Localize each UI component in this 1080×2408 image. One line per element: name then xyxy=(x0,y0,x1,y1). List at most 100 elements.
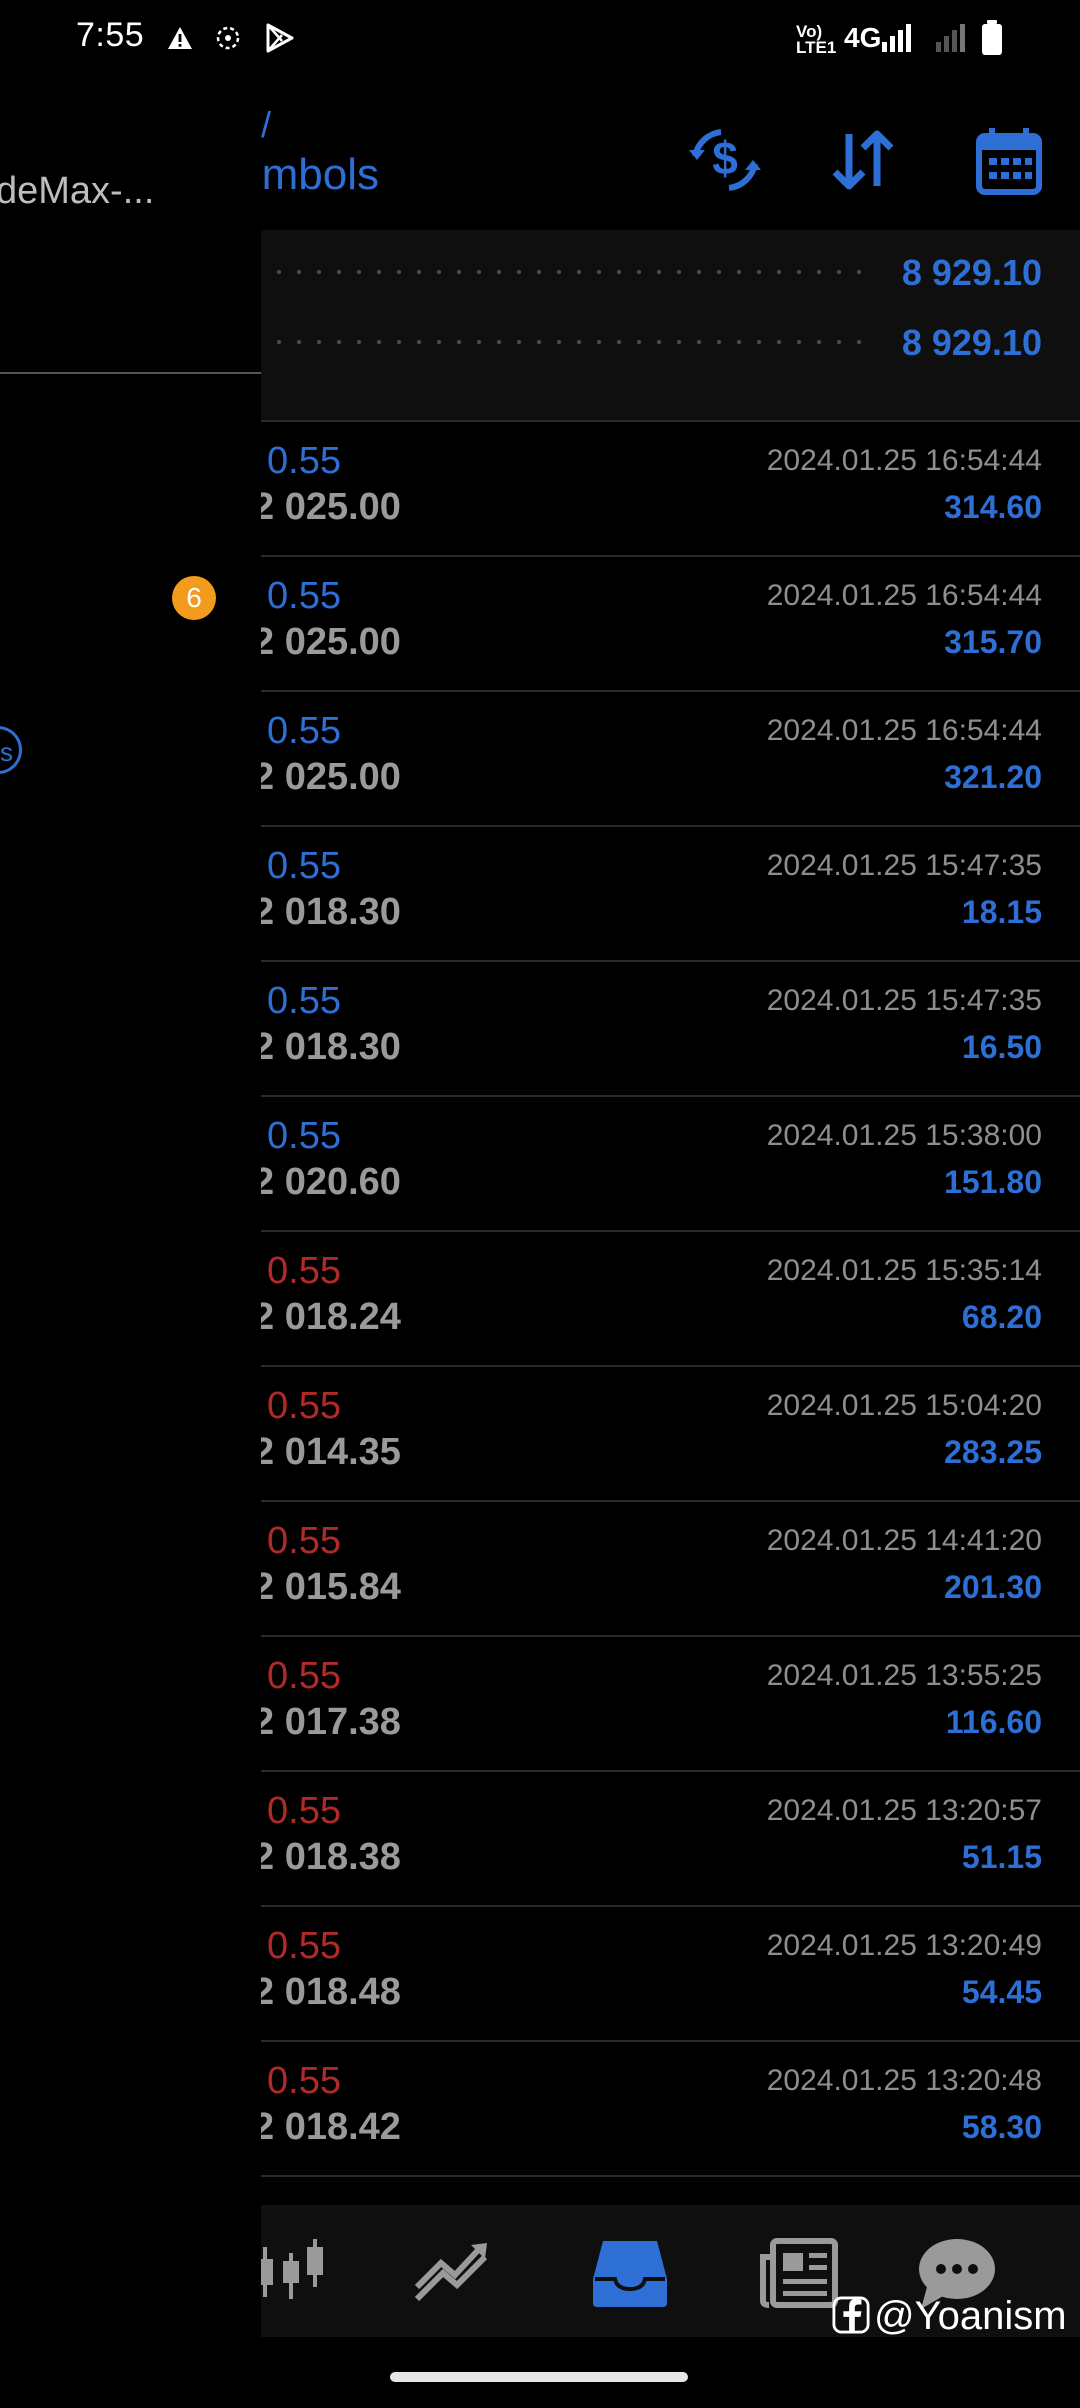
deal-time: 2024.01.25 16:54:44 xyxy=(766,444,1042,477)
navigation-drawer[interactable]: deMax-... 6 s xyxy=(0,78,261,2408)
nav-history-icon[interactable] xyxy=(585,2227,675,2317)
deal-row[interactable]: 0.55 2 025.00 2024.01.25 16:54:44 321.20 xyxy=(261,692,1080,827)
deal-price: 2 025.00 xyxy=(261,486,401,528)
deal-lots: 0.55 xyxy=(267,575,341,617)
deal-price: 2 018.38 xyxy=(261,1836,401,1878)
deal-profit: 18.15 xyxy=(961,894,1042,930)
deal-profit: 151.80 xyxy=(944,1164,1042,1200)
balance-value: 8 929.10 xyxy=(901,252,1042,293)
deal-time: 2024.01.25 15:35:14 xyxy=(766,1254,1042,1287)
drawer-account-name[interactable]: deMax-... xyxy=(0,170,154,213)
deal-profit: 201.30 xyxy=(944,1569,1042,1605)
deal-row[interactable]: 0.55 2 018.48 2024.01.25 13:20:49 54.45 xyxy=(261,1907,1080,2042)
svg-text:$: $ xyxy=(712,132,738,184)
deal-row[interactable]: 0.55 2 018.30 2024.01.25 15:47:35 18.15 xyxy=(261,827,1080,962)
deal-row[interactable]: 0.55 2 015.84 2024.01.25 14:41:20 201.30 xyxy=(261,1502,1080,1637)
deal-lots: 0.55 xyxy=(267,1655,341,1697)
deal-time: 2024.01.25 16:54:44 xyxy=(766,579,1042,612)
header-title[interactable]: rmbols xyxy=(261,150,379,200)
deal-lots: 0.55 xyxy=(267,1250,341,1292)
nav-trade-icon[interactable] xyxy=(407,2227,497,2317)
watermark-text: @Yoanism xyxy=(874,2294,1067,2338)
play-store-icon xyxy=(266,23,294,53)
deal-price: 2 014.35 xyxy=(261,1431,401,1473)
deal-lots: 0.55 xyxy=(267,1385,341,1427)
deal-time: 2024.01.25 13:20:57 xyxy=(766,1794,1042,1827)
deal-time: 2024.01.25 15:47:35 xyxy=(766,984,1042,1017)
deal-lots: 0.55 xyxy=(267,1790,341,1832)
deal-lots: 0.55 xyxy=(267,710,341,752)
deal-time: 2024.01.25 13:20:48 xyxy=(766,2064,1042,2097)
deal-price: 2 025.00 xyxy=(261,621,401,663)
deal-profit: 315.70 xyxy=(944,624,1042,660)
deal-price: 2 017.38 xyxy=(261,1701,401,1743)
volte-label: Vo) LTE1 xyxy=(796,22,837,57)
deal-profit: 68.20 xyxy=(961,1299,1042,1335)
deal-lots: 0.55 xyxy=(267,980,341,1022)
currency-exchange-icon[interactable]: $ xyxy=(685,120,765,200)
deal-row[interactable]: 0.55 2 025.00 2024.01.25 16:54:44 314.60 xyxy=(261,422,1080,557)
watermark: @Yoanism xyxy=(832,2294,1067,2339)
calendar-icon[interactable] xyxy=(969,120,1049,200)
deal-row[interactable]: 0.55 2 018.24 2024.01.25 15:35:14 68.20 xyxy=(261,1232,1080,1367)
deal-row[interactable]: 0.55 2 018.42 2024.01.25 13:20:48 58.30 xyxy=(261,2042,1080,2177)
deal-lots: 0.55 xyxy=(267,1115,341,1157)
deal-time: 2024.01.25 15:47:35 xyxy=(766,849,1042,882)
facebook-icon xyxy=(832,2296,870,2334)
deal-time: 2024.01.25 15:04:20 xyxy=(766,1389,1042,1422)
balance-summary: 8 929.10 8 929.10 xyxy=(261,230,1080,422)
deal-price: 2 018.48 xyxy=(261,1971,401,2013)
deal-row[interactable]: 0.55 2 025.00 2024.01.25 16:54:44 315.70 xyxy=(261,557,1080,692)
history-panel: / rmbols $ 8 929.10 8 929.10 0.552 025.0… xyxy=(261,78,1080,2408)
deals-list[interactable]: 0.55 2 025.00 2024.01.25 16:54:44 314.60 0.5… xyxy=(261,422,1080,2177)
deal-price: 2 018.42 xyxy=(261,2106,401,2148)
sync-icon xyxy=(216,26,240,50)
deal-lots: 0.55 xyxy=(267,440,341,482)
signal-weak-icon xyxy=(936,24,965,52)
deal-row[interactable]: 0.55 2 018.38 2024.01.25 13:20:57 51.15 xyxy=(261,1772,1080,1907)
deal-price: 2 020.60 xyxy=(261,1161,401,1203)
home-indicator[interactable] xyxy=(390,2372,688,2382)
deal-row[interactable]: 0.55 2 014.35 2024.01.25 15:04:20 283.25 xyxy=(261,1367,1080,1502)
leader-dots xyxy=(269,340,868,344)
network-type-label: 4G xyxy=(844,22,882,53)
leader-dots xyxy=(269,270,868,274)
deal-profit: 283.25 xyxy=(944,1434,1042,1470)
deal-row[interactable]: 0.55 2 018.30 2024.01.25 15:47:35 16.50 xyxy=(261,962,1080,1097)
drawer-ring-icon[interactable]: s xyxy=(0,726,22,774)
deal-time: 2024.01.25 14:41:20 xyxy=(766,1524,1042,1557)
deal-profit: 54.45 xyxy=(961,1974,1042,2010)
deal-profit: 16.50 xyxy=(961,1029,1042,1065)
signal-strength-icon xyxy=(882,24,911,52)
deal-price: 2 018.30 xyxy=(261,891,401,933)
status-bar: 7:55 Vo) LTE1 4G xyxy=(0,0,1080,78)
sort-icon[interactable] xyxy=(823,120,903,200)
deal-price: 2 018.30 xyxy=(261,1026,401,1068)
battery-icon xyxy=(982,20,1002,55)
deal-lots: 0.55 xyxy=(267,2060,341,2102)
notification-badge: 6 xyxy=(172,576,216,620)
deal-time: 2024.01.25 13:55:25 xyxy=(766,1659,1042,1692)
deal-profit: 116.60 xyxy=(945,1704,1042,1740)
deal-profit: 51.15 xyxy=(961,1839,1042,1875)
header-title-prefix: / xyxy=(261,104,272,145)
deal-time: 2024.01.25 15:38:00 xyxy=(766,1119,1042,1152)
deal-profit: 321.20 xyxy=(944,759,1042,795)
deal-lots: 0.55 xyxy=(267,845,341,887)
deal-time: 2024.01.25 13:20:49 xyxy=(766,1929,1042,1962)
nav-chart-icon[interactable] xyxy=(261,2227,339,2317)
deal-price: 2 025.00 xyxy=(261,756,401,798)
deal-time: 2024.01.25 16:54:44 xyxy=(766,714,1042,747)
warning-icon xyxy=(168,27,192,49)
deal-row[interactable]: 0.55 2 017.38 2024.01.25 13:55:25 116.60 xyxy=(261,1637,1080,1772)
deal-lots: 0.55 xyxy=(267,1925,341,1967)
deal-profit: 314.60 xyxy=(944,489,1042,525)
deal-row[interactable]: 0.55 2 020.60 2024.01.25 15:38:00 151.80 xyxy=(261,1097,1080,1232)
deal-price: 2 015.84 xyxy=(261,1566,401,1608)
status-time: 7:55 xyxy=(76,16,145,54)
equity-value: 8 929.10 xyxy=(901,322,1042,363)
drawer-divider xyxy=(0,372,261,374)
deal-profit: 58.30 xyxy=(961,2109,1042,2145)
deal-price: 2 018.24 xyxy=(261,1296,401,1338)
deal-lots: 0.55 xyxy=(267,1520,341,1562)
